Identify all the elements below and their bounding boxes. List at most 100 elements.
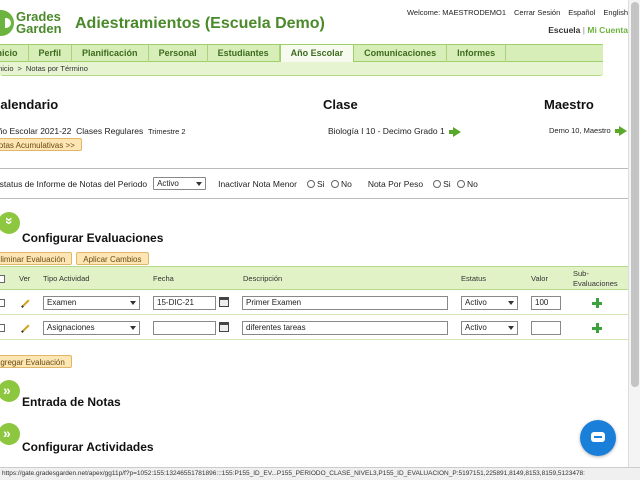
teacher-heading: Maestro	[544, 97, 594, 112]
description-input[interactable]: diferentes tareas	[242, 321, 448, 335]
description-input[interactable]: Primer Examen	[242, 296, 448, 310]
date-input[interactable]: 15-DIC-21	[153, 296, 216, 310]
activity-type-select[interactable]: Examen	[43, 296, 140, 310]
browser-status-url: https://gate.gradesgarden.net/apex/gg11p…	[0, 467, 640, 480]
language-english-link[interactable]: English	[603, 8, 628, 17]
breadcrumb-home-link[interactable]: Inicio	[0, 62, 14, 75]
chevron-down-icon	[130, 325, 136, 330]
chevron-down-icon	[508, 300, 514, 305]
class-go-arrow-icon[interactable]	[449, 126, 462, 137]
weight-no-label: No	[467, 178, 478, 189]
table-row: Examen 15-DIC-21 Primer Examen Activo 10…	[0, 291, 628, 315]
config-act-title: Configurar Actividades	[22, 440, 154, 454]
scope-school-link[interactable]: Escuela	[548, 25, 580, 35]
inactivate-minor-label: Inactivar Nota Menor	[218, 178, 297, 189]
status-select[interactable]: Activo	[461, 296, 518, 310]
add-sub-evaluation-icon[interactable]	[592, 298, 602, 308]
weight-si-radio[interactable]	[433, 180, 442, 189]
scope-my-account-link[interactable]: Mi Cuenta	[587, 25, 628, 35]
col-sub-1: Sub-	[573, 269, 589, 278]
calendar-heading: Calendario	[0, 97, 59, 112]
value-input[interactable]	[531, 321, 561, 335]
top-links: Welcome: MAESTRODEMO1 Cerrar Sesión Espa…	[407, 8, 628, 17]
col-sub-2: Evaluaciones	[573, 279, 618, 288]
delete-evaluation-button[interactable]: Eliminar Evaluación	[0, 252, 73, 265]
minor-no-radio[interactable]	[330, 180, 339, 189]
filters-row: Estatus de Informe de Notas del Periodo …	[0, 177, 478, 190]
scope-separator: |	[582, 25, 585, 35]
teacher-go-arrow-icon[interactable]	[614, 126, 627, 137]
class-info: Biología I 10 - Decimo Grado 1	[328, 126, 462, 137]
calendar-info: Año Escolar 2021-22 Clases Regulares Tri…	[0, 126, 186, 136]
row-checkbox[interactable]	[0, 324, 5, 332]
scope-links: Escuela | Mi Cuenta	[548, 25, 628, 35]
expand-notes-entry-icon[interactable]: »	[0, 380, 20, 402]
section-divider	[0, 198, 628, 199]
period-status-label: Estatus de Informe de Notas del Periodo	[0, 178, 148, 189]
period-status-select[interactable]: Activo	[153, 177, 207, 190]
edit-pencil-icon[interactable]	[22, 324, 30, 332]
class-type: Clases Regulares	[76, 126, 144, 136]
nav-item-perfil[interactable]: Perfil	[29, 45, 73, 62]
minor-si-radio[interactable]	[307, 180, 315, 189]
page-scrollbar[interactable]	[628, 0, 640, 467]
class-heading: Clase	[323, 97, 358, 112]
logout-link[interactable]: Cerrar Sesión	[514, 8, 560, 17]
breadcrumb-separator: >	[17, 64, 22, 73]
class-value: Biología I 10 - Decimo Grado 1	[328, 126, 445, 136]
select-all-checkbox[interactable]	[0, 275, 5, 283]
chat-bubble-icon	[591, 432, 605, 442]
evaluations-table-header: Ver Tipo Actividad Fecha Descripción Est…	[0, 266, 628, 290]
add-sub-evaluation-icon[interactable]	[592, 323, 602, 333]
activity-type-select[interactable]: Asignaciones	[43, 321, 140, 335]
app-title: Adiestramientos (Escuela Demo)	[75, 15, 325, 32]
language-spanish-link[interactable]: Español	[568, 8, 595, 17]
app-header: Grades Garden Adiestramientos (Escuela D…	[0, 0, 640, 44]
nav-item-estudiantes[interactable]: Estudiantes	[208, 45, 280, 62]
notes-entry-title: Entrada de Notas	[22, 395, 121, 409]
calendar-icon[interactable]	[219, 322, 229, 332]
col-ver: Ver	[19, 274, 31, 283]
col-fecha: Fecha	[153, 274, 174, 283]
col-valor: Valor	[531, 274, 548, 283]
grades-garden-logo[interactable]: Grades Garden	[0, 10, 62, 36]
main-nav: Inicio Perfil Planificación Personal Est…	[0, 44, 603, 63]
status-select[interactable]: Activo	[461, 321, 518, 335]
add-evaluation-button[interactable]: Agregar Evaluación	[0, 355, 72, 368]
nav-item-inicio[interactable]: Inicio	[0, 45, 29, 62]
logo-mark-icon	[0, 10, 14, 36]
nav-item-planificacion[interactable]: Planificación	[72, 45, 149, 62]
accumulative-notes-button[interactable]: Notas Acumulativas >>	[0, 138, 82, 151]
logo-text-line2: Garden	[16, 21, 62, 36]
nav-item-ano-escolar[interactable]: Año Escolar	[279, 44, 355, 63]
breadcrumb: Inicio > Notas por Término	[0, 62, 603, 76]
chevron-down-icon	[196, 181, 203, 186]
col-estatus: Estatus	[461, 274, 487, 283]
table-row: Asignaciones diferentes tareas Activo	[0, 316, 628, 340]
nav-item-personal[interactable]: Personal	[149, 45, 208, 62]
config-eval-title: Configurar Evaluaciones	[22, 231, 164, 245]
minor-no-label: No	[340, 178, 352, 189]
calendar-icon[interactable]	[219, 297, 229, 307]
school-year: Año Escolar 2021-22	[0, 126, 72, 136]
teacher-value: Demo 10, Maestro	[549, 126, 611, 135]
nav-item-comunicaciones[interactable]: Comunicaciones	[354, 45, 448, 62]
row-checkbox[interactable]	[0, 299, 5, 307]
edit-pencil-icon[interactable]	[22, 299, 30, 307]
value-input[interactable]: 100	[531, 296, 561, 310]
chevron-down-icon	[130, 300, 136, 305]
expand-config-eval-icon[interactable]: »	[0, 212, 20, 234]
date-input[interactable]	[153, 321, 216, 335]
section-divider	[0, 168, 628, 169]
scrollbar-thumb[interactable]	[631, 2, 639, 387]
term: Trimestre 2	[147, 127, 186, 136]
chat-button[interactable]	[580, 420, 616, 456]
apply-changes-button[interactable]: Aplicar Cambios	[76, 252, 149, 265]
nav-item-informes[interactable]: Informes	[447, 45, 507, 62]
breadcrumb-current: Notas por Término	[25, 64, 88, 73]
col-tipo: Tipo Actividad	[43, 274, 90, 283]
weight-no-radio[interactable]	[457, 180, 466, 189]
weight-si-label: Si	[443, 178, 451, 189]
expand-config-act-icon[interactable]: »	[0, 423, 20, 445]
period-status-value: Activo	[157, 179, 179, 188]
